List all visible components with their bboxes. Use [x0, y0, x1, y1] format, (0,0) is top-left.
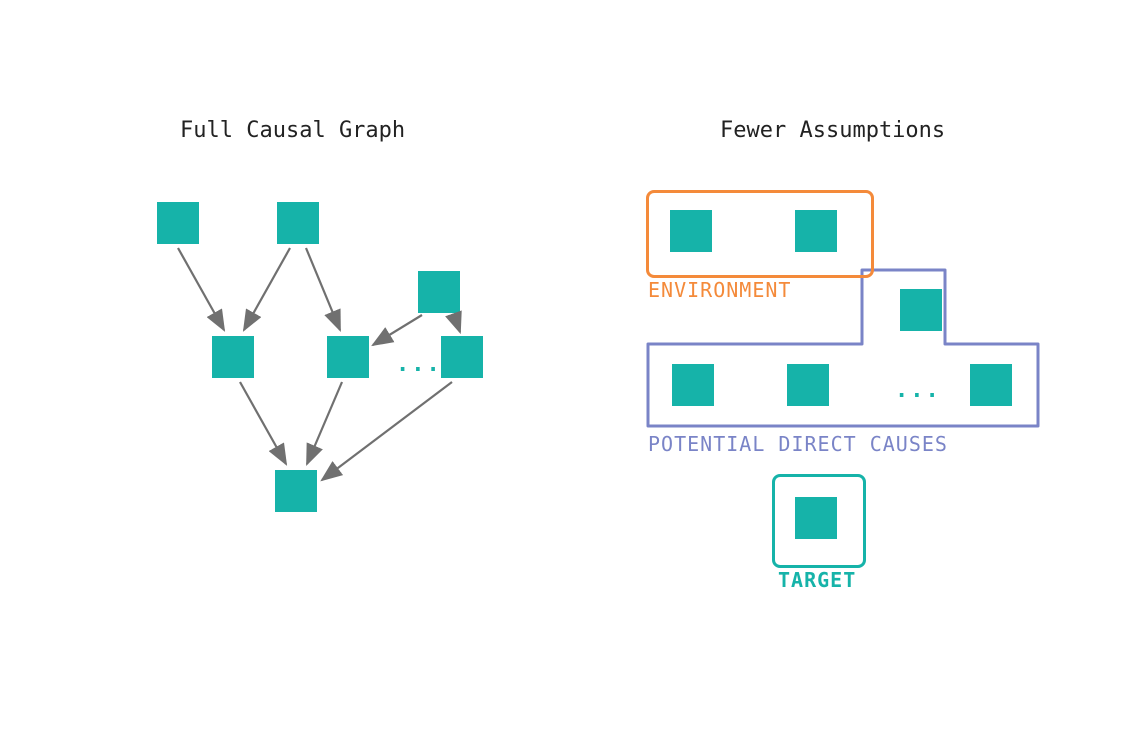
graph-node [212, 336, 254, 378]
ellipsis-icon: ... [895, 378, 941, 403]
graph-node-target [275, 470, 317, 512]
graph-node [441, 336, 483, 378]
potential-direct-causes-label: POTENTIAL DIRECT CAUSES [648, 432, 948, 456]
right-panel-title: Fewer Assumptions [720, 118, 945, 143]
target-label: TARGET [778, 568, 856, 592]
graph-node [277, 202, 319, 244]
graph-node [970, 364, 1012, 406]
ellipsis-icon: ... [396, 352, 442, 377]
graph-node [787, 364, 829, 406]
diagram-stage: Full Causal Graph Fewer Assumptions ... [0, 0, 1126, 751]
left-panel-title: Full Causal Graph [180, 118, 405, 143]
graph-node [672, 364, 714, 406]
graph-node [327, 336, 369, 378]
graph-node-target [795, 497, 837, 539]
graph-node [670, 210, 712, 252]
graph-node [418, 271, 460, 313]
environment-label: ENVIRONMENT [648, 278, 791, 302]
graph-node [900, 289, 942, 331]
arrows-overlay [0, 0, 1126, 751]
graph-node [157, 202, 199, 244]
graph-node [795, 210, 837, 252]
